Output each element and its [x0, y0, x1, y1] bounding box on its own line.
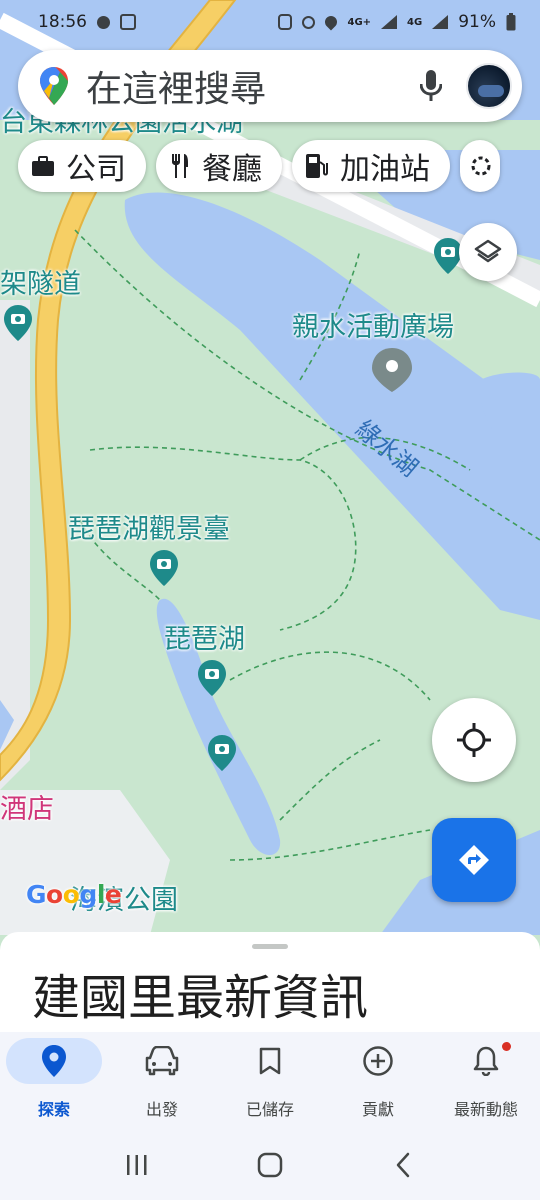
- notification-app-icon: [97, 15, 110, 29]
- notification-dot: [502, 1042, 511, 1051]
- chip-label: 加油站: [340, 152, 430, 187]
- chip-label: 公司: [66, 152, 126, 187]
- chip-more-category[interactable]: [460, 140, 500, 192]
- chip-gas-station[interactable]: 加油站: [292, 140, 450, 192]
- crosshair-icon: [457, 723, 491, 757]
- recent-apps-icon: [126, 1155, 147, 1175]
- lock-icon: [278, 14, 293, 30]
- bookmark-icon: [259, 1047, 281, 1075]
- map-layers-button[interactable]: [459, 223, 517, 281]
- gallery-icon: [120, 14, 136, 30]
- map-label-viewpoint[interactable]: 琵琶湖觀景臺: [68, 507, 230, 546]
- battery-icon: [506, 13, 516, 31]
- google-maps-logo-icon: [40, 67, 68, 105]
- signal-icon: [432, 15, 449, 29]
- nav-label: 出發: [145, 1100, 178, 1119]
- nav-updates[interactable]: 最新動態: [432, 1032, 540, 1130]
- chip-label: 餐廳: [202, 152, 262, 187]
- voice-search-button[interactable]: [410, 65, 452, 107]
- add-circle-icon: [363, 1046, 393, 1076]
- category-chips: 公司 餐廳 加油站: [18, 140, 500, 192]
- map-label-pipa-lake[interactable]: 琵琶湖: [164, 617, 245, 656]
- more-category-icon: [471, 156, 491, 176]
- layers-icon: [474, 239, 502, 263]
- alarm-icon: [302, 15, 316, 29]
- nav-go[interactable]: 出發: [108, 1032, 216, 1130]
- chip-restaurant[interactable]: 餐廳: [156, 140, 282, 192]
- search-bar[interactable]: 在這裡搜尋: [18, 50, 522, 122]
- nav-saved[interactable]: 已儲存: [216, 1032, 324, 1130]
- map-label-plaza[interactable]: 親水活動廣場: [292, 305, 454, 344]
- microphone-icon: [420, 70, 442, 101]
- photo-pin-icon[interactable]: [434, 238, 462, 274]
- briefcase-icon: [32, 156, 54, 176]
- google-logo: Google: [26, 880, 122, 909]
- photo-pin-icon[interactable]: [150, 550, 178, 586]
- gas-station-icon: [306, 154, 328, 178]
- restaurant-icon: [172, 154, 188, 178]
- car-icon: [145, 1046, 179, 1076]
- network-type-1: 4G+: [347, 16, 372, 28]
- status-time: 18:56: [38, 12, 87, 32]
- signal-icon: [381, 15, 398, 29]
- nav-contribute[interactable]: 貢獻: [324, 1032, 432, 1130]
- my-location-button[interactable]: [432, 698, 516, 782]
- bottom-navigation: 探索 出發 已儲存 貢獻 最新動態: [0, 1032, 540, 1130]
- nav-label: 最新動態: [453, 1100, 518, 1119]
- recent-apps-button[interactable]: [117, 1145, 157, 1185]
- photo-pin-icon[interactable]: [208, 735, 236, 771]
- home-button[interactable]: [250, 1145, 290, 1185]
- directions-icon: [459, 845, 489, 875]
- directions-button[interactable]: [432, 818, 516, 902]
- nav-label: 探索: [37, 1100, 70, 1119]
- map-label-tunnel[interactable]: 架隧道: [0, 262, 81, 301]
- nav-explore[interactable]: 探索: [0, 1032, 108, 1130]
- search-input[interactable]: 在這裡搜尋: [86, 60, 410, 112]
- back-icon: [397, 1152, 410, 1178]
- photo-pin-icon[interactable]: [198, 660, 226, 696]
- location-icon: [322, 13, 340, 31]
- home-icon: [257, 1152, 283, 1178]
- battery-percent: 91%: [458, 12, 496, 32]
- nav-label: 已儲存: [245, 1100, 294, 1119]
- photo-pin-icon[interactable]: [4, 305, 32, 341]
- map-label-hotel[interactable]: 酒店: [0, 787, 54, 826]
- account-avatar[interactable]: [466, 63, 512, 109]
- location-pin-icon: [42, 1045, 66, 1077]
- bottom-sheet[interactable]: 建國里最新資訊: [0, 932, 540, 1032]
- sheet-drag-handle[interactable]: [252, 944, 288, 949]
- status-bar: 18:56 4G+ 4G 91%: [0, 0, 540, 44]
- chip-company[interactable]: 公司: [18, 140, 146, 192]
- sheet-title: 建國里最新資訊: [32, 970, 369, 1026]
- back-button[interactable]: [383, 1145, 423, 1185]
- bell-icon: [473, 1046, 499, 1076]
- nav-label: 貢獻: [361, 1100, 394, 1119]
- network-type-2: 4G: [407, 16, 423, 28]
- system-navigation-bar: [0, 1130, 540, 1200]
